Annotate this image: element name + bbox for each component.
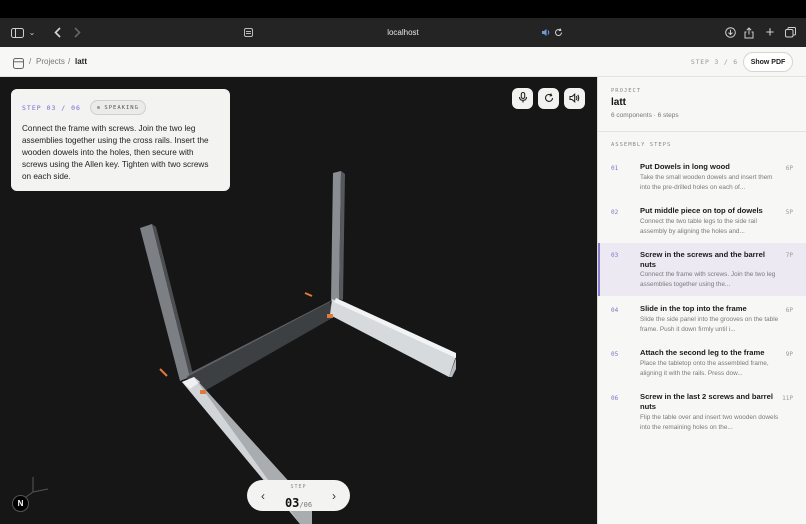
step-description: Slide the side panel into the grooves on…	[640, 316, 779, 333]
step-number: 06	[611, 395, 619, 402]
speaker-icon	[569, 90, 580, 108]
instruction-text: Connect the frame with screws. Join the …	[22, 124, 209, 181]
screw-marker	[159, 368, 168, 377]
step-title: Screw in the last 2 screws and barrel nu…	[640, 392, 773, 411]
step-number: 01	[611, 165, 619, 172]
breadcrumb-current: latt	[75, 57, 87, 66]
speaking-badge-label: SPEAKING	[104, 104, 139, 111]
step-total: /06	[299, 501, 313, 509]
reload-icon[interactable]	[552, 18, 564, 47]
step-parts-count: 5P	[785, 209, 793, 216]
step-item-04[interactable]: 04 Slide in the top into the frame Slide…	[598, 302, 806, 342]
page-settings-icon[interactable]	[242, 18, 254, 47]
app-header: / Projects / latt STEP 3 / 6 Show PDF	[0, 47, 806, 77]
step-navigator: ‹ STEP 03/06 ›	[247, 480, 350, 511]
audio-playing-icon[interactable]	[540, 18, 552, 47]
instruction-card: STEP 03 / 06 SPEAKING Connect the frame …	[11, 89, 230, 191]
step-title: Put middle piece on top of dowels	[640, 206, 763, 215]
step-description: Connect the two table legs to the side r…	[640, 218, 757, 235]
side-panel: PROJECT latt 6 components · 6 steps ASSE…	[597, 77, 806, 524]
browser-toolbar: ⌄ localhost +	[0, 18, 806, 47]
project-summary: PROJECT latt 6 components · 6 steps	[598, 77, 806, 132]
steps-heading: ASSEMBLY STEPS	[611, 142, 672, 148]
back-icon[interactable]	[50, 18, 64, 47]
step-description: Take the small wooden dowels and insert …	[640, 174, 773, 191]
step-item-01[interactable]: 01 Put Dowels in long wood Take the smal…	[598, 157, 806, 197]
top-strip	[0, 0, 806, 18]
tab-overview-icon[interactable]	[783, 18, 797, 47]
project-meta: 6 components · 6 steps	[611, 112, 679, 119]
step-description: Flip the table over and insert two woode…	[640, 414, 779, 431]
side-rail-right	[330, 299, 456, 377]
step-item-02[interactable]: 02 Put middle piece on top of dowels Con…	[598, 201, 806, 241]
step-description: Place the tabletop onto the assembled fr…	[640, 360, 769, 377]
forward-icon[interactable]	[70, 18, 84, 47]
microphone-icon	[518, 90, 528, 108]
reset-icon	[544, 90, 554, 108]
step-number: 03	[611, 252, 619, 259]
step-title: Put Dowels in long wood	[640, 162, 730, 171]
step-description: Connect the frame with screws. Join the …	[640, 271, 776, 288]
step-title: Slide in the top into the frame	[640, 304, 747, 313]
step-current: 03	[284, 496, 300, 510]
project-name: latt	[611, 97, 626, 108]
step-parts-count: 11P	[782, 395, 793, 402]
status-dot-icon	[97, 106, 101, 110]
sidebar-toggle-icon[interactable]	[9, 18, 25, 47]
breadcrumb-separator: /	[29, 57, 32, 66]
axis-gizmo	[25, 477, 49, 498]
next-step-button[interactable]: ›	[324, 480, 344, 511]
step-label: STEP 03 / 06	[22, 103, 81, 112]
step-item-03[interactable]: 03 Screw in the screws and the barrel nu…	[598, 243, 806, 296]
step-item-05[interactable]: 05 Attach the second leg to the frame Pl…	[598, 346, 806, 386]
step-item-06[interactable]: 06 Screw in the last 2 screws and barrel…	[598, 390, 806, 442]
step-parts-count: 9P	[785, 351, 793, 358]
project-kicker: PROJECT	[611, 88, 642, 94]
left-leg-front	[140, 224, 190, 381]
step-parts-count: 6P	[785, 165, 793, 172]
breadcrumb-separator: /	[68, 57, 71, 66]
reset-view-button[interactable]	[538, 88, 559, 109]
step-number: 04	[611, 307, 619, 314]
chevron-right-icon: ›	[332, 488, 336, 503]
nextjs-logo[interactable]: N	[12, 495, 29, 512]
breadcrumb-projects[interactable]: Projects	[36, 47, 65, 77]
side-rail-right-top	[334, 298, 456, 358]
new-tab-icon[interactable]: +	[763, 18, 777, 47]
barrel-nut-marker	[327, 314, 333, 318]
screw-marker	[304, 292, 313, 297]
cross-rail-back-top	[187, 299, 334, 377]
step-title: Attach the second leg to the frame	[640, 348, 765, 357]
step-number: 02	[611, 209, 619, 216]
step-parts-count: 7P	[785, 252, 793, 259]
share-icon[interactable]	[742, 18, 756, 47]
step-indicator: STEP 3 / 6	[690, 58, 738, 66]
barrel-nut-marker	[200, 390, 206, 394]
step-title: Screw in the screws and the barrel nuts	[640, 250, 765, 269]
speaking-badge: SPEAKING	[90, 100, 146, 116]
step-number: 05	[611, 351, 619, 358]
speaker-button[interactable]	[564, 88, 585, 109]
downloads-icon[interactable]	[723, 18, 737, 47]
step-parts-count: 6P	[785, 307, 793, 314]
show-pdf-button[interactable]: Show PDF	[743, 52, 793, 72]
left-leg-side	[152, 224, 194, 378]
layout-icon[interactable]	[13, 56, 24, 69]
chevron-down-icon[interactable]: ⌄	[27, 18, 37, 47]
cross-rail-back	[187, 302, 334, 397]
3d-viewport[interactable]: STEP 03 / 06 SPEAKING Connect the frame …	[0, 77, 597, 524]
microphone-button[interactable]	[512, 88, 533, 109]
address-bar[interactable]: localhost	[340, 18, 466, 47]
